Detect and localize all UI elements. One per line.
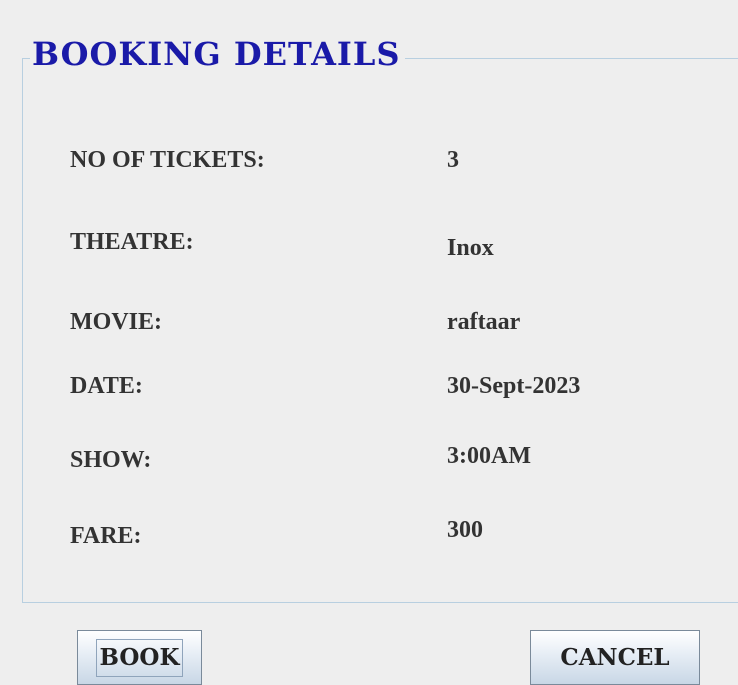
show-label: SHOW:: [70, 447, 152, 473]
theatre-label: THEATRE:: [70, 229, 194, 255]
cancel-button-label: CANCEL: [560, 644, 670, 671]
date-value: 30-Sept-2023: [447, 373, 581, 399]
booking-details-window: BOOKING DETAILS NO OF TICKETS: 3 THEATRE…: [0, 0, 738, 685]
date-label: DATE:: [70, 373, 143, 399]
movie-value: raftaar: [447, 309, 521, 335]
tickets-value: 3: [447, 147, 459, 173]
tickets-label: NO OF TICKETS:: [70, 147, 265, 173]
theatre-value: Inox: [447, 235, 494, 261]
cancel-button[interactable]: CANCEL: [530, 630, 700, 685]
fare-label: FARE:: [70, 523, 142, 549]
movie-label: MOVIE:: [70, 309, 162, 335]
book-button[interactable]: BOOK: [77, 630, 202, 685]
focus-ring: [96, 639, 183, 677]
fare-value: 300: [447, 517, 483, 543]
panel-title: BOOKING DETAILS: [30, 30, 405, 78]
show-value: 3:00AM: [447, 443, 531, 469]
